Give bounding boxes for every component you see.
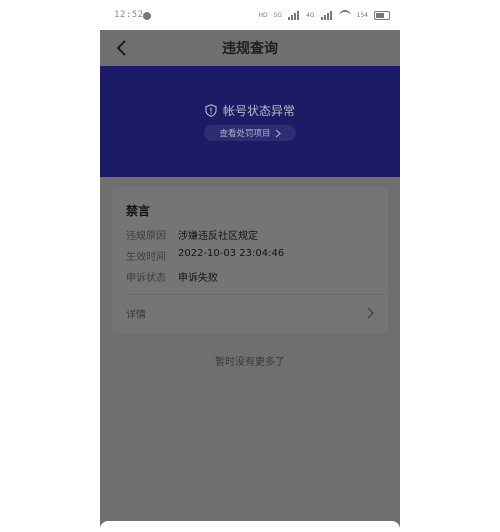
account-status-banner: 帐号状态异常 查看处罚项目 (100, 66, 400, 177)
detail-label: 详情 (126, 310, 146, 321)
hd-indicator: HD (258, 11, 268, 19)
account-status-text: 帐号状态异常 (222, 104, 295, 118)
no-more-text: 暂时没有更多了 (215, 357, 285, 368)
row-label: 申诉状态 (126, 273, 166, 284)
phone-screen: 12:52 HD 5G 4G 154 违规查询 帐号状态异常 查看处罚项目 禁言… (100, 0, 400, 532)
violation-type: 禁言 (126, 204, 151, 218)
wifi-icon (338, 9, 351, 21)
violation-card: 禁言 违规原因 涉嫌违反社区规定 生效时间 2022-10-03 23:04:4… (112, 187, 388, 333)
battery-icon (374, 10, 390, 20)
battery-level: 154 (356, 11, 368, 19)
4g-indicator: 4G (306, 11, 315, 19)
signal-icon-2 (320, 10, 333, 20)
view-penalty-button[interactable]: 查看处罚项目 (204, 125, 296, 141)
account-status: 帐号状态异常 (100, 102, 400, 119)
chevron-right-icon (275, 129, 281, 137)
app-notification-icon (143, 12, 151, 20)
view-penalty-label: 查看处罚项目 (219, 129, 271, 139)
detail-row[interactable]: 详情 (112, 299, 388, 327)
row-label: 违规原因 (126, 231, 166, 242)
page-title: 违规查询 (222, 41, 278, 57)
divider (126, 294, 388, 295)
nav-bar: 违规查询 (100, 30, 400, 66)
chevron-right-icon (367, 307, 374, 319)
back-chevron-icon[interactable] (114, 37, 130, 59)
status-bar: 12:52 HD 5G 4G 154 (100, 0, 400, 30)
violation-row-reason: 违规原因 涉嫌违反社区规定 (126, 227, 258, 242)
row-label: 生效时间 (126, 252, 166, 263)
row-value: 涉嫌违反社区规定 (178, 231, 258, 242)
bottom-sheet (100, 521, 400, 532)
status-indicators: HD 5G 4G 154 (258, 9, 390, 21)
row-value: 申诉失败 (178, 273, 218, 284)
row-value: 2022-10-03 23:04:46 (178, 248, 285, 259)
5g-indicator: 5G (273, 11, 283, 19)
signal-icon (288, 10, 300, 20)
violation-row-effective-time: 生效时间 2022-10-03 23:04:46 (126, 248, 284, 263)
status-time: 12:52 (114, 10, 144, 20)
shield-alert-icon (205, 104, 217, 117)
violation-row-appeal-status: 申诉状态 申诉失败 (126, 269, 218, 284)
